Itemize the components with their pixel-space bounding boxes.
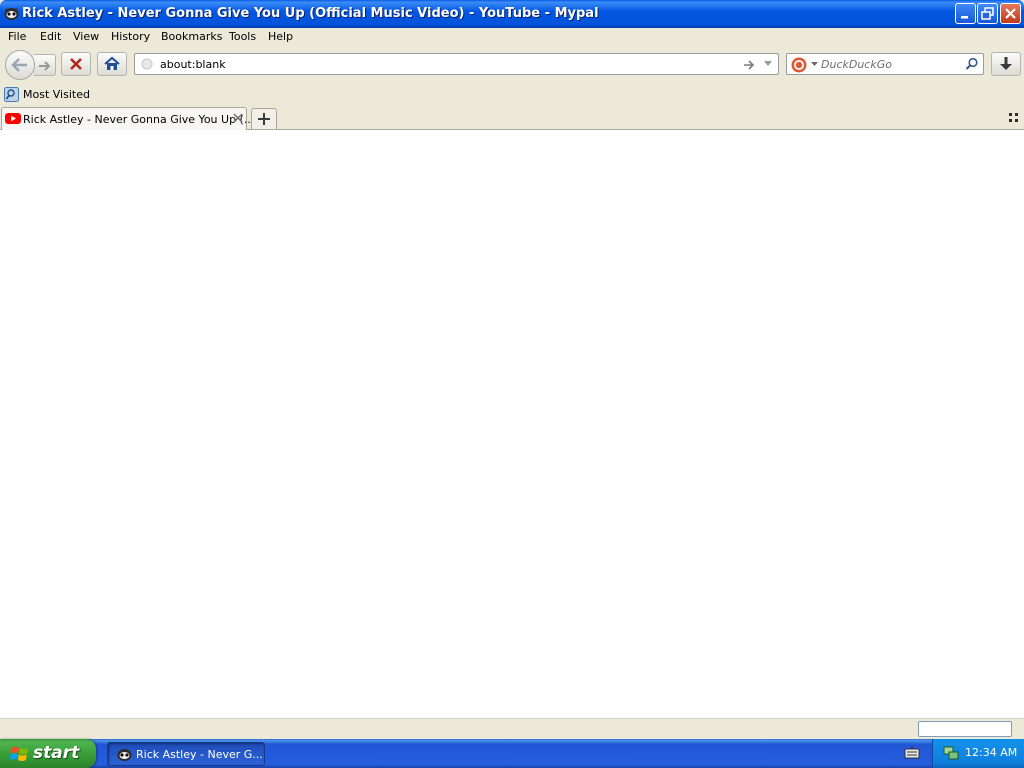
youtube-icon	[5, 113, 21, 124]
forward-arrow-icon	[39, 61, 51, 71]
status-bar	[0, 718, 1024, 739]
search-bar[interactable]	[786, 53, 984, 75]
bookmarks-toolbar: Most Visited	[0, 84, 1024, 106]
list-all-tabs-icon[interactable]	[1009, 113, 1019, 123]
most-visited-icon	[4, 87, 19, 102]
new-tab-button[interactable]	[251, 108, 277, 129]
status-field	[918, 721, 1012, 737]
search-input[interactable]	[821, 57, 961, 71]
stop-button[interactable]	[61, 52, 91, 76]
url-text[interactable]: about:blank	[160, 58, 226, 71]
window-title: Rick Astley - Never Gonna Give You Up (O…	[22, 6, 599, 21]
menu-tools[interactable]: Tools	[229, 30, 256, 43]
windows-logo-icon	[10, 747, 28, 761]
home-button[interactable]	[97, 52, 127, 76]
menu-history[interactable]: History	[111, 30, 150, 43]
start-button[interactable]: start	[0, 739, 96, 768]
close-icon	[1005, 8, 1016, 19]
menu-bookmarks[interactable]: Bookmarks	[161, 30, 222, 43]
page-icon	[141, 58, 153, 70]
tab-label: Rick Astley - Never Gonna Give You Up (.…	[23, 113, 255, 126]
menu-bar: File Edit View History Bookmarks Tools H…	[0, 28, 1024, 46]
start-label: start	[33, 743, 80, 763]
bookmark-most-visited[interactable]: Most Visited	[23, 88, 90, 101]
forward-button[interactable]	[34, 54, 56, 76]
url-history-dropdown-icon[interactable]	[763, 60, 773, 68]
restore-button[interactable]	[977, 3, 998, 24]
restore-icon	[981, 7, 994, 20]
system-tray: 12:34 AM	[932, 739, 1024, 768]
network-icon[interactable]	[943, 746, 959, 761]
engine-dropdown-icon[interactable]	[811, 62, 818, 67]
mypal-app-icon	[117, 749, 132, 761]
minimize-icon	[961, 16, 968, 19]
taskbar-item-mypal[interactable]: Rick Astley - Never G...	[107, 742, 265, 766]
mypal-app-icon	[4, 8, 19, 20]
close-tab-icon[interactable]	[232, 112, 244, 124]
menu-view[interactable]: View	[73, 30, 99, 43]
go-arrow-icon[interactable]	[742, 58, 756, 72]
home-icon	[104, 56, 120, 70]
close-window-button[interactable]	[1000, 3, 1021, 24]
download-icon	[1000, 57, 1012, 70]
keyboard-icon[interactable]	[904, 745, 920, 761]
taskbar-item-label: Rick Astley - Never G...	[136, 748, 263, 761]
minimize-button[interactable]	[955, 3, 976, 24]
menu-file[interactable]: File	[8, 30, 26, 43]
url-bar[interactable]: about:blank	[134, 53, 779, 75]
stop-icon	[70, 58, 82, 70]
plus-icon	[258, 113, 270, 125]
back-arrow-icon	[11, 58, 27, 72]
duckduckgo-icon[interactable]	[791, 57, 807, 73]
downloads-button[interactable]	[991, 52, 1021, 76]
search-icon[interactable]	[965, 57, 979, 71]
tab-youtube[interactable]: Rick Astley - Never Gonna Give You Up (.…	[1, 107, 254, 130]
back-button[interactable]	[5, 50, 35, 80]
menu-help[interactable]: Help	[268, 30, 293, 43]
menu-edit[interactable]: Edit	[40, 30, 61, 43]
clock[interactable]: 12:34 AM	[965, 746, 1017, 759]
page-content[interactable]	[0, 130, 1024, 718]
window-title-bar[interactable]: Rick Astley - Never Gonna Give You Up (O…	[0, 0, 1024, 28]
